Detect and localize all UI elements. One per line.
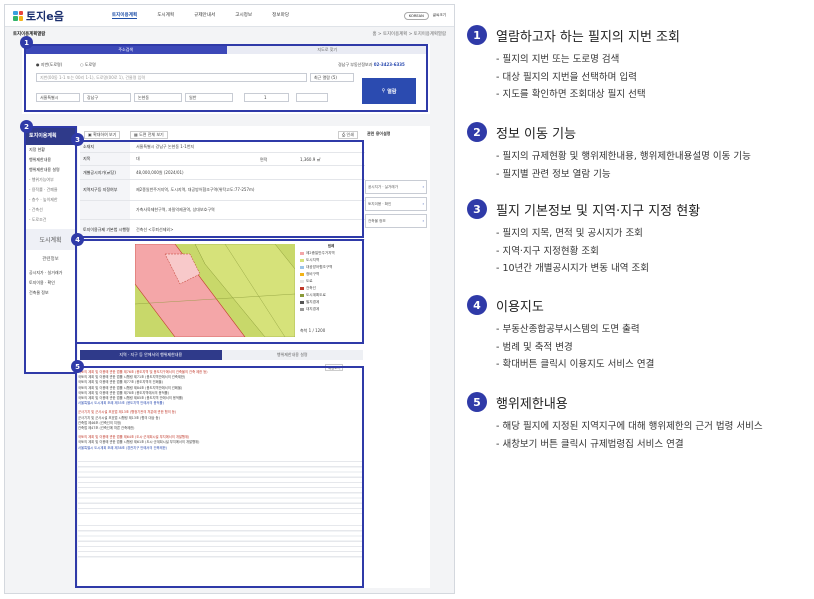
- side-link-button[interactable]: 공시지가 · 실거래가 ›: [365, 180, 427, 194]
- step-item: - 필지의 지번 또는 도로명 검색: [496, 54, 620, 65]
- step-number: 5: [467, 392, 487, 412]
- nav-item[interactable]: 규제안내서: [194, 12, 215, 19]
- step-item: - 대상 필지의 지번을 선택하며 입력: [496, 71, 637, 83]
- step-title: 정보 이동 기능: [496, 127, 577, 142]
- font-size-control[interactable]: 글씨크기: [433, 13, 446, 18]
- step-title: 필지 기본정보 및 지역·지구 지정 현황: [496, 204, 701, 219]
- print-label: 인쇄: [346, 132, 354, 137]
- arrow-icon: ›: [422, 202, 424, 206]
- regulation-tabs: 지역 · 지구 등 안에서의 행위제한내용 행위제한내용 설명: [80, 350, 363, 360]
- side-link-button[interactable]: 건축물 정보 ›: [365, 214, 427, 228]
- step-item: - 지역·지구 지정현황 조회: [496, 245, 599, 257]
- step-item: - 필지의 규제현황 및 행위제한내용, 행위제한내용설명 이동 기능: [496, 151, 751, 162]
- step-list: - 필지의 지목, 면적 및 공시지가 조회 - 지역·지구 지정현황 조회 -…: [496, 225, 649, 278]
- highlight-box-5: [75, 366, 364, 588]
- nav-item[interactable]: 토지이용계획: [111, 12, 138, 19]
- side-link-button[interactable]: 토지이용 · 확인 ›: [365, 197, 427, 211]
- callout-badge-4: 4: [71, 233, 84, 246]
- nav-item[interactable]: 고시정보: [235, 12, 252, 19]
- side-link-label: 토지이용 · 확인: [368, 201, 392, 206]
- logo[interactable]: 토지e음: [13, 8, 64, 24]
- full-map-button[interactable]: ▦ 도면 전체 보기: [130, 131, 168, 139]
- callout-badge-1: 1: [20, 36, 33, 49]
- language-button[interactable]: KOREAN: [403, 11, 429, 20]
- step-number: 3: [467, 199, 487, 219]
- step-title: 이용지도: [496, 300, 544, 315]
- highlight-box-4: [75, 239, 364, 344]
- highlight-box-1: [24, 44, 428, 112]
- step-number: 4: [467, 295, 487, 315]
- print-button[interactable]: ⎙ 인쇄: [338, 131, 358, 139]
- step-list: - 부동산종합공부시스템의 도면 출력 - 범례 및 축적 변경 - 확대버튼 …: [496, 321, 654, 374]
- nav-item[interactable]: 도시계획: [157, 12, 174, 19]
- step-number: 1: [467, 25, 487, 45]
- highlight-box-3: [75, 140, 364, 238]
- util-menu: KOREAN 글씨크기: [403, 11, 446, 20]
- title-bar: 토지이용계획열람 홈 > 토지이용계획 > 토지이용계획열람: [5, 27, 454, 40]
- tab-regulation-desc[interactable]: 행위제한내용 설명: [221, 350, 363, 360]
- step-title: 열람하고자 하는 필지의 지번 조회: [496, 30, 680, 45]
- top-bar: 토지e음 토지이용계획 도시계획 규제안내서 고시정보 정보마당 KOREAN …: [5, 5, 454, 27]
- step-list: - 필지의 지번 또는 도로명 검색 - 대상 필지의 지번을 선택하며 입력 …: [496, 51, 646, 104]
- arrow-icon: ›: [422, 219, 424, 223]
- side-link-label: 공시지가 · 실거래가: [368, 184, 398, 189]
- highlight-box-2: [24, 126, 77, 374]
- step-number: 2: [467, 122, 487, 142]
- callout-badge-5: 5: [71, 360, 84, 373]
- step-item: - 필지의 지목, 면적 및 공시지가 조회: [496, 228, 643, 239]
- step-item: - 확대버튼 클릭시 이용지도 서비스 연결: [496, 359, 655, 370]
- side-link-label: 건축물 정보: [368, 218, 386, 223]
- step-item: - 범례 및 축적 변경: [496, 341, 573, 353]
- breadcrumb[interactable]: 홈 > 토지이용계획 > 토지이용계획열람: [372, 31, 446, 37]
- step-item: - 지도를 확인하면 조회대상 필지 선택: [496, 89, 646, 100]
- step-item: - 부동산종합공부시스템의 도면 출력: [496, 324, 640, 335]
- arrow-icon: ›: [422, 185, 424, 189]
- step-title: 행위제한내용: [496, 397, 568, 412]
- step-item: - 10년간 개별공시지가 변동 내역 조회: [496, 263, 649, 274]
- step-item: - 해당 필지에 지정된 지역지구에 대해 행위제한의 근거 법령 서비스: [496, 421, 763, 432]
- tab-regulation[interactable]: 지역 · 지구 등 안에서의 행위제한내용: [80, 350, 222, 360]
- logo-icon: [13, 10, 23, 21]
- right-side-panel: 공시지가 · 실거래가 › 토지이용 · 확인 › 건축물 정보 ›: [365, 128, 427, 228]
- callout-badge-2: 2: [20, 120, 33, 133]
- full-map-label: 도면 전체 보기: [139, 132, 164, 137]
- callout-badge-3: 3: [71, 133, 84, 146]
- step-list: - 해당 필지에 지정된 지역지구에 대해 행위제한의 근거 법령 서비스 - …: [496, 418, 763, 453]
- step-list: - 필지의 규제현황 및 행위제한내용, 행위제한내용설명 이동 기능 - 필지…: [496, 148, 751, 183]
- nav-item[interactable]: 정보마당: [272, 12, 289, 19]
- global-nav: 토지이용계획 도시계획 규제안내서 고시정보 정보마당: [111, 12, 289, 19]
- logo-text: 토지e음: [26, 9, 64, 23]
- step-item: - 필지별 관련 정보 열람 기능: [496, 168, 611, 180]
- zoom-view-label: 확대하여 보기: [93, 132, 117, 137]
- step-item: - 새창보기 버튼 클릭시 규제법령집 서비스 연결: [496, 438, 684, 450]
- zoom-view-button[interactable]: ▣ 확대하여 보기: [84, 131, 121, 139]
